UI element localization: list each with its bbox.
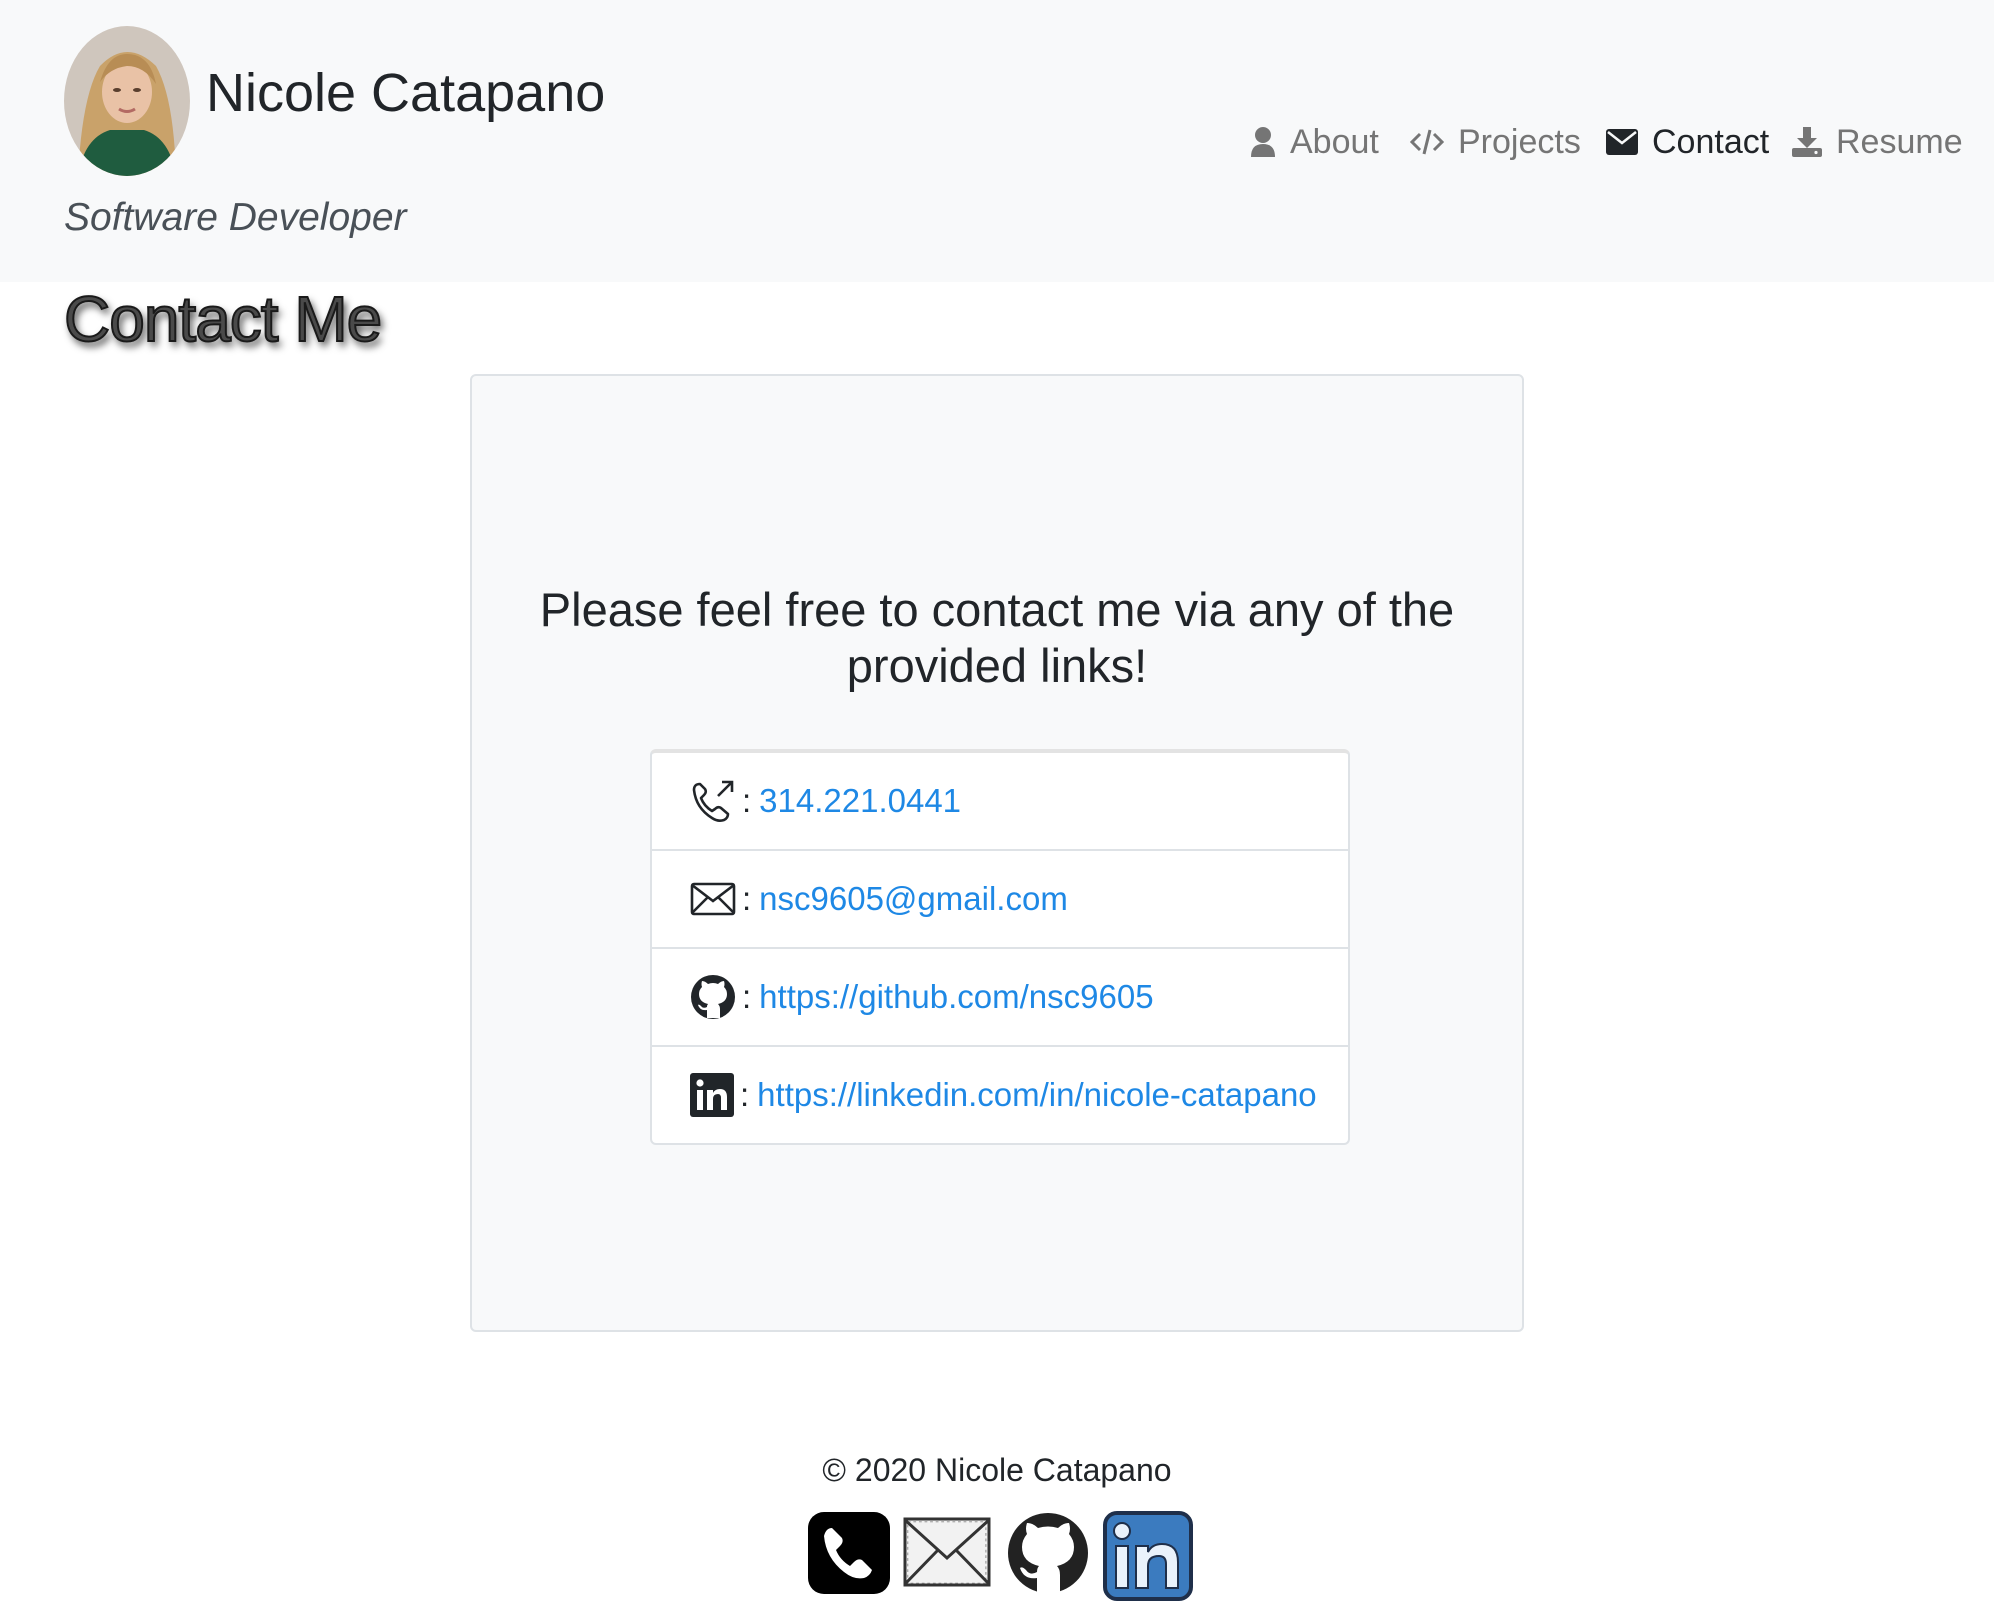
site-header: Nicole Catapano Software Developer About… xyxy=(0,0,1994,282)
mail-icon[interactable] xyxy=(902,1516,992,1588)
footer-copyright: © 2020 Nicole Catapano xyxy=(822,1452,1172,1488)
contact-intro-line2: provided links! xyxy=(846,639,1148,692)
linkedin-icon[interactable] xyxy=(1102,1510,1194,1602)
nav-projects-label: Projects xyxy=(1458,122,1581,161)
envelope-icon xyxy=(690,882,736,916)
linkedin-link[interactable]: https://linkedin.com/in/nicole-catapano xyxy=(757,1076,1317,1114)
contact-card: Please feel free to contact me via any o… xyxy=(470,374,1524,1332)
nav-projects-link[interactable]: Projects xyxy=(1410,118,1581,166)
phone-icon[interactable] xyxy=(806,1510,892,1596)
github-link[interactable]: https://github.com/nsc9605 xyxy=(759,978,1153,1016)
nav-about-label: About xyxy=(1290,122,1379,161)
contact-github-item: : https://github.com/nsc9605 xyxy=(652,949,1348,1047)
phone-link[interactable]: 314.221.0441 xyxy=(759,782,961,820)
footer-social-icons xyxy=(800,1510,1200,1602)
nav-about-link[interactable]: About xyxy=(1250,118,1379,166)
contact-separator: : xyxy=(742,978,752,1015)
contact-linkedin-item: : https://linkedin.com/in/nicole-catapan… xyxy=(652,1047,1348,1143)
envelope-icon xyxy=(1606,129,1638,155)
download-icon xyxy=(1792,127,1822,157)
contact-separator: : xyxy=(740,1076,750,1113)
email-link[interactable]: nsc9605@gmail.com xyxy=(759,880,1068,918)
contact-intro-line1: Please feel free to contact me via any o… xyxy=(539,583,1455,636)
contact-separator: : xyxy=(742,880,752,917)
profile-photo xyxy=(64,26,190,176)
nav-resume-label: Resume xyxy=(1836,122,1963,161)
contact-phone-item: : 314.221.0441 xyxy=(652,753,1348,851)
page-title: Contact Me xyxy=(63,282,383,356)
contact-separator: : xyxy=(742,782,752,819)
site-name: Nicole Catapano xyxy=(206,63,606,123)
contact-intro: Please feel free to contact me via any o… xyxy=(472,582,1522,694)
user-icon xyxy=(1251,127,1275,157)
avatar xyxy=(64,26,190,176)
code-icon xyxy=(1410,129,1444,155)
github-icon[interactable] xyxy=(1006,1510,1090,1596)
nav-contact-link[interactable]: Contact xyxy=(1606,118,1769,166)
site-tagline: Software Developer xyxy=(64,196,407,239)
contact-email-item: : nsc9605@gmail.com xyxy=(652,851,1348,949)
nav-contact-label: Contact xyxy=(1652,122,1770,161)
linkedin-icon xyxy=(690,1073,734,1117)
phone-outgoing-icon xyxy=(692,780,734,822)
nav-resume-link[interactable]: Resume xyxy=(1792,118,1963,166)
github-icon xyxy=(691,975,735,1019)
contact-list: : 314.221.0441 : nsc9605@gmail.com : htt… xyxy=(650,749,1350,1145)
